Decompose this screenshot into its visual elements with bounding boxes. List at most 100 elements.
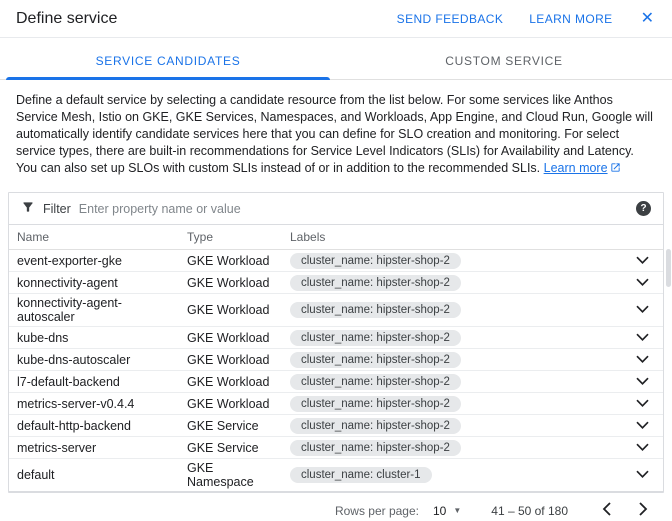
learn-more-link[interactable]: Learn more: [544, 161, 608, 175]
table-row[interactable]: default GKE Namespace cluster_name: clus…: [9, 459, 663, 492]
cell-type: GKE Workload: [179, 250, 282, 272]
chevron-down-icon[interactable]: [632, 352, 653, 368]
chevron-down-icon[interactable]: [632, 330, 653, 346]
cell-type: GKE Workload: [179, 327, 282, 349]
chevron-down-icon[interactable]: [632, 275, 653, 291]
table-row[interactable]: metrics-server GKE Service cluster_name:…: [9, 437, 663, 459]
header-divider: [0, 37, 672, 38]
column-header-expand: [617, 225, 663, 250]
filter-bar[interactable]: Filter ?: [9, 193, 663, 225]
cell-name: event-exporter-gke: [9, 250, 179, 272]
cell-expand: [617, 272, 663, 294]
cell-labels: cluster_name: hipster-shop-2: [282, 393, 617, 415]
table-row[interactable]: kube-dns GKE Workload cluster_name: hips…: [9, 327, 663, 349]
cell-type: GKE Workload: [179, 393, 282, 415]
cell-type: GKE Workload: [179, 349, 282, 371]
description-text: Define a default service by selecting a …: [0, 80, 672, 188]
column-header-type: Type: [179, 225, 282, 250]
page-title: Define service: [16, 10, 117, 28]
cell-expand: [617, 349, 663, 371]
close-icon[interactable]: ✕: [639, 9, 656, 29]
cell-labels: cluster_name: hipster-shop-2: [282, 371, 617, 393]
cell-expand: [617, 459, 663, 492]
table-row[interactable]: konnectivity-agent-autoscaler GKE Worklo…: [9, 294, 663, 327]
cell-name: konnectivity-agent: [9, 272, 179, 294]
column-header-labels: Labels: [282, 225, 617, 250]
chevron-down-icon[interactable]: [632, 302, 653, 318]
table-row[interactable]: default-http-backend GKE Service cluster…: [9, 415, 663, 437]
table-body: event-exporter-gke GKE Workload cluster_…: [9, 250, 663, 492]
header-actions: SEND FEEDBACK LEARN MORE ✕: [397, 9, 656, 29]
cell-expand: [617, 393, 663, 415]
previous-page-button[interactable]: [598, 500, 615, 521]
cell-type: GKE Service: [179, 415, 282, 437]
cell-expand: [617, 371, 663, 393]
send-feedback-button[interactable]: SEND FEEDBACK: [397, 12, 504, 26]
label-chip: cluster_name: hipster-shop-2: [290, 374, 461, 390]
cell-expand: [617, 415, 663, 437]
tab-custom-service[interactable]: CUSTOM SERVICE: [336, 42, 672, 79]
cell-name: default: [9, 459, 179, 492]
label-chip: cluster_name: hipster-shop-2: [290, 275, 461, 291]
pagination-bar: Rows per page: 10 ▼ 41 – 50 of 180: [0, 493, 672, 521]
chevron-down-icon[interactable]: [632, 396, 653, 412]
cell-expand: [617, 294, 663, 327]
pagination-range: 41 – 50 of 180: [491, 504, 568, 518]
label-chip: cluster_name: hipster-shop-2: [290, 302, 461, 318]
external-link-icon: [610, 161, 621, 178]
candidate-table-container: Filter ? Name Type Labels event-exporter…: [8, 192, 664, 493]
cell-labels: cluster_name: cluster-1: [282, 459, 617, 492]
chevron-down-icon[interactable]: [632, 374, 653, 390]
label-chip: cluster_name: hipster-shop-2: [290, 396, 461, 412]
chevron-down-icon[interactable]: [632, 418, 653, 434]
cell-type: GKE Workload: [179, 272, 282, 294]
cell-type: GKE Service: [179, 437, 282, 459]
cell-name: l7-default-backend: [9, 371, 179, 393]
cell-labels: cluster_name: hipster-shop-2: [282, 349, 617, 371]
scrollbar-thumb[interactable]: [666, 249, 671, 287]
cell-expand: [617, 250, 663, 272]
cell-labels: cluster_name: hipster-shop-2: [282, 250, 617, 272]
label-chip: cluster_name: hipster-shop-2: [290, 330, 461, 346]
filter-label: Filter: [43, 202, 71, 216]
filter-icon: [21, 200, 35, 217]
tab-bar: SERVICE CANDIDATES CUSTOM SERVICE: [0, 42, 672, 80]
tab-service-candidates[interactable]: SERVICE CANDIDATES: [0, 42, 336, 79]
cell-name: konnectivity-agent-autoscaler: [9, 294, 179, 327]
candidate-table: Name Type Labels event-exporter-gke GKE …: [9, 225, 663, 492]
label-chip: cluster_name: hipster-shop-2: [290, 352, 461, 368]
column-header-name: Name: [9, 225, 179, 250]
next-page-button[interactable]: [635, 500, 652, 521]
cell-labels: cluster_name: hipster-shop-2: [282, 294, 617, 327]
chevron-down-icon[interactable]: [632, 467, 653, 483]
rows-per-page-select[interactable]: 10 ▼: [433, 504, 461, 518]
table-row[interactable]: kube-dns-autoscaler GKE Workload cluster…: [9, 349, 663, 371]
cell-name: metrics-server-v0.4.4: [9, 393, 179, 415]
chevron-down-icon[interactable]: [632, 253, 653, 269]
cell-type: GKE Workload: [179, 371, 282, 393]
label-chip: cluster_name: hipster-shop-2: [290, 440, 461, 456]
rows-per-page-label: Rows per page:: [335, 504, 419, 518]
cell-labels: cluster_name: hipster-shop-2: [282, 327, 617, 349]
cell-name: kube-dns: [9, 327, 179, 349]
cell-labels: cluster_name: hipster-shop-2: [282, 415, 617, 437]
table-row[interactable]: konnectivity-agent GKE Workload cluster_…: [9, 272, 663, 294]
label-chip: cluster_name: cluster-1: [290, 467, 432, 483]
learn-more-button[interactable]: LEARN MORE: [529, 12, 612, 26]
label-chip: cluster_name: hipster-shop-2: [290, 253, 461, 269]
table-row[interactable]: event-exporter-gke GKE Workload cluster_…: [9, 250, 663, 272]
cell-name: metrics-server: [9, 437, 179, 459]
cell-labels: cluster_name: hipster-shop-2: [282, 272, 617, 294]
cell-type: GKE Namespace: [179, 459, 282, 492]
label-chip: cluster_name: hipster-shop-2: [290, 418, 461, 434]
cell-labels: cluster_name: hipster-shop-2: [282, 437, 617, 459]
filter-input[interactable]: [79, 202, 628, 216]
chevron-down-icon[interactable]: [632, 440, 653, 456]
table-header-row: Name Type Labels: [9, 225, 663, 250]
cell-expand: [617, 437, 663, 459]
table-row[interactable]: l7-default-backend GKE Workload cluster_…: [9, 371, 663, 393]
cell-expand: [617, 327, 663, 349]
help-icon[interactable]: ?: [636, 201, 651, 216]
rows-per-page-value: 10: [433, 504, 446, 518]
table-row[interactable]: metrics-server-v0.4.4 GKE Workload clust…: [9, 393, 663, 415]
